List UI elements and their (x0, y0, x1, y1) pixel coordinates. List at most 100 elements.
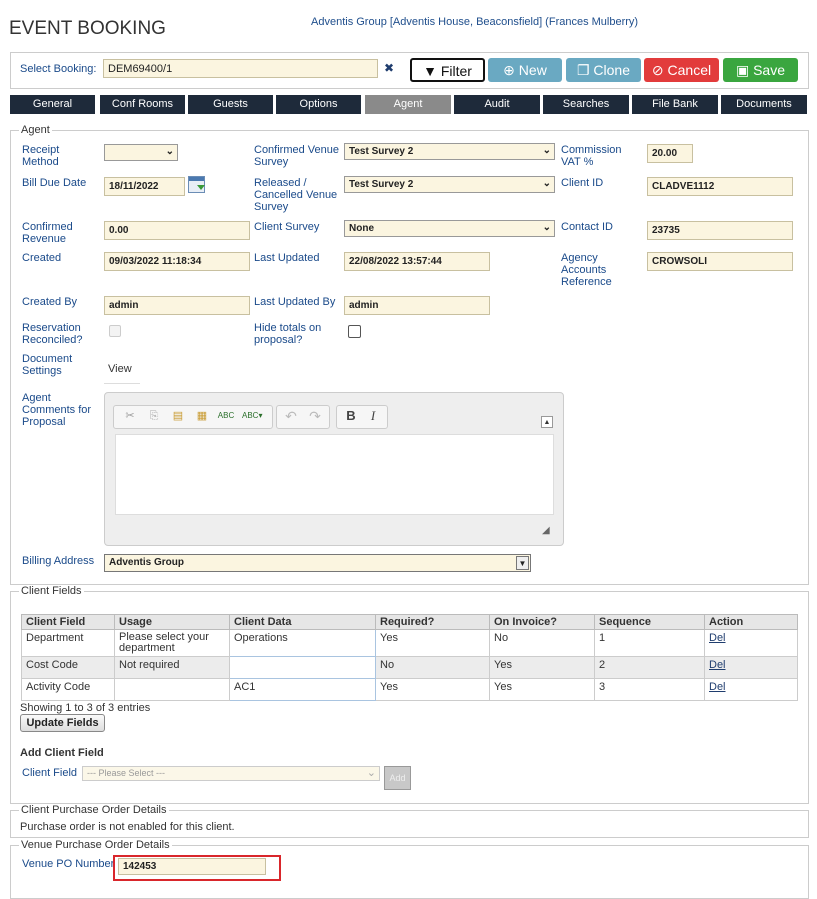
tab-general[interactable]: General (10, 95, 95, 114)
billing-address-select[interactable]: Adventis Group ▼ (104, 554, 531, 572)
column-header[interactable]: On Invoice? (489, 614, 595, 630)
cut-icon[interactable]: ✂ (120, 406, 140, 426)
agent-comments-label: Agent Comments for Proposal (22, 392, 92, 428)
add-client-field-heading: Add Client Field (20, 747, 104, 759)
tab-documents[interactable]: Documents (721, 95, 807, 114)
delete-link[interactable]: Del (709, 632, 726, 644)
usage-cell: Please select your department (114, 629, 230, 657)
column-header[interactable]: Client Data (229, 614, 376, 630)
column-header[interactable]: Usage (114, 614, 230, 630)
released-survey-select[interactable]: Test Survey 2 ⌄ (344, 176, 555, 193)
client-survey-select[interactable]: None ⌄ (344, 220, 555, 237)
last-updated-input: 22/08/2022 13:57:44 (344, 252, 490, 271)
tab-guests[interactable]: Guests (188, 95, 273, 114)
venue-po-input[interactable]: 142453 (118, 858, 266, 875)
reservation-reconciled-label: Reservation Reconciled? (22, 322, 83, 346)
resize-handle-icon[interactable]: ◢ (542, 525, 550, 536)
agency-ref-input[interactable]: CROWSOLI (647, 252, 793, 271)
editor-content-area[interactable] (115, 434, 554, 515)
client-survey-label: Client Survey (254, 221, 320, 233)
invoice-cell: Yes (489, 678, 595, 701)
undo-icon[interactable]: ↶ (281, 406, 301, 426)
created-by-input: admin (104, 296, 250, 315)
tab-audit[interactable]: Audit (454, 95, 540, 114)
confirmed-revenue-label: Confirmed Revenue (22, 221, 73, 245)
editor-toolbar-group-clipboard: ✂ ⎘ ▤ ▦ ABC ABC▾ (113, 405, 273, 429)
chevron-down-icon: ⌄ (366, 767, 376, 779)
reservation-reconciled-checkbox[interactable] (109, 325, 121, 337)
confirmed-venue-survey-select[interactable]: Test Survey 2 ⌄ (344, 143, 555, 160)
redo-icon[interactable]: ↷ (305, 406, 325, 426)
spellcheck-icon[interactable]: ABC (216, 406, 236, 426)
ban-icon: ⊘ (651, 62, 664, 78)
receipt-method-select[interactable]: ⌄ (104, 144, 178, 161)
column-header[interactable]: Client Field (21, 614, 115, 630)
client-id-input[interactable]: CLADVE1112 (647, 177, 793, 196)
delete-link[interactable]: Del (709, 659, 726, 671)
tab-file-bank[interactable]: File Bank (632, 95, 718, 114)
new-button[interactable]: ⊕ New (488, 58, 562, 82)
created-by-label: Created By (22, 296, 78, 308)
table-row: Activity Code AC1 Yes Yes 3 Del (21, 678, 798, 701)
filter-button[interactable]: ▼ Filter (410, 58, 485, 82)
sequence-cell: 2 (594, 656, 705, 679)
bill-due-date-label: Bill Due Date (22, 177, 87, 189)
column-header[interactable]: Action (704, 614, 798, 630)
client-field-cell: Activity Code (21, 678, 115, 701)
confirmed-revenue-input[interactable]: 0.00 (104, 221, 250, 240)
italic-icon[interactable]: I (363, 406, 383, 426)
confirmed-venue-survey-label: Confirmed Venue Survey (254, 144, 339, 168)
usage-cell: Not required (114, 656, 230, 679)
table-row: Department Please select your department… (21, 629, 798, 657)
client-field-cell: Department (21, 629, 115, 657)
hide-totals-checkbox[interactable] (348, 325, 361, 338)
required-cell: No (375, 656, 490, 679)
select-booking-input[interactable]: DEM69400/1 (103, 59, 378, 78)
venue-po-legend: Venue Purchase Order Details (21, 839, 170, 851)
copy-icon[interactable]: ⎘ (144, 406, 164, 426)
copy-icon: ❐ (576, 62, 590, 78)
tab-conf-rooms[interactable]: Conf Rooms (100, 95, 185, 114)
update-fields-button[interactable]: Update Fields (20, 714, 105, 732)
invoice-cell: Yes (489, 656, 595, 679)
bold-icon[interactable]: B (341, 406, 361, 426)
paste-icon[interactable]: ▤ (168, 406, 188, 426)
contact-id-label: Contact ID (561, 221, 613, 233)
chevron-down-icon: ▼ (516, 556, 529, 570)
column-header[interactable]: Required? (375, 614, 490, 630)
clone-button[interactable]: ❐ Clone (566, 58, 641, 82)
chevron-down-icon: ⌄ (165, 146, 174, 157)
client-data-input[interactable]: AC1 (229, 678, 376, 701)
last-updated-by-label: Last Updated By (254, 296, 336, 308)
clear-booking-icon[interactable]: ✖ (384, 61, 394, 75)
spellcheck-dropdown-icon[interactable]: ABC▾ (242, 406, 262, 426)
calendar-icon[interactable] (188, 176, 205, 193)
bill-due-date-input[interactable]: 18/11/2022 (104, 177, 185, 196)
add-client-field-select[interactable]: --- Please Select --- ⌄ (82, 766, 380, 781)
delete-link[interactable]: Del (709, 681, 726, 693)
usage-cell (114, 678, 230, 701)
tab-options[interactable]: Options (276, 95, 361, 114)
sequence-cell: 1 (594, 629, 705, 657)
save-button[interactable]: ▣ Save (723, 58, 798, 82)
chevron-down-icon: ⌄ (542, 178, 551, 189)
client-data-input[interactable]: Operations (229, 629, 376, 657)
add-button[interactable]: Add (384, 766, 411, 790)
client-fields-legend: Client Fields (21, 585, 82, 597)
table-info: Showing 1 to 3 of 3 entries (20, 702, 151, 714)
paste-word-icon[interactable]: ▦ (192, 406, 212, 426)
commission-vat-input[interactable]: 20.00 (647, 144, 693, 163)
collapse-toolbar-icon[interactable]: ▲ (541, 416, 553, 428)
floppy-icon: ▣ (735, 62, 750, 78)
client-po-message: Purchase order is not enabled for this c… (20, 821, 235, 833)
cancel-button[interactable]: ⊘ Cancel (644, 58, 719, 82)
tab-agent[interactable]: Agent (365, 95, 451, 114)
venue-po-label: Venue PO Number (22, 858, 115, 870)
add-client-field-label: Client Field (22, 767, 78, 779)
required-cell: Yes (375, 678, 490, 701)
tab-searches[interactable]: Searches (543, 95, 629, 114)
client-data-input[interactable] (229, 656, 376, 679)
view-link[interactable]: View (104, 356, 140, 384)
column-header[interactable]: Sequence (594, 614, 705, 630)
contact-id-input[interactable]: 23735 (647, 221, 793, 240)
